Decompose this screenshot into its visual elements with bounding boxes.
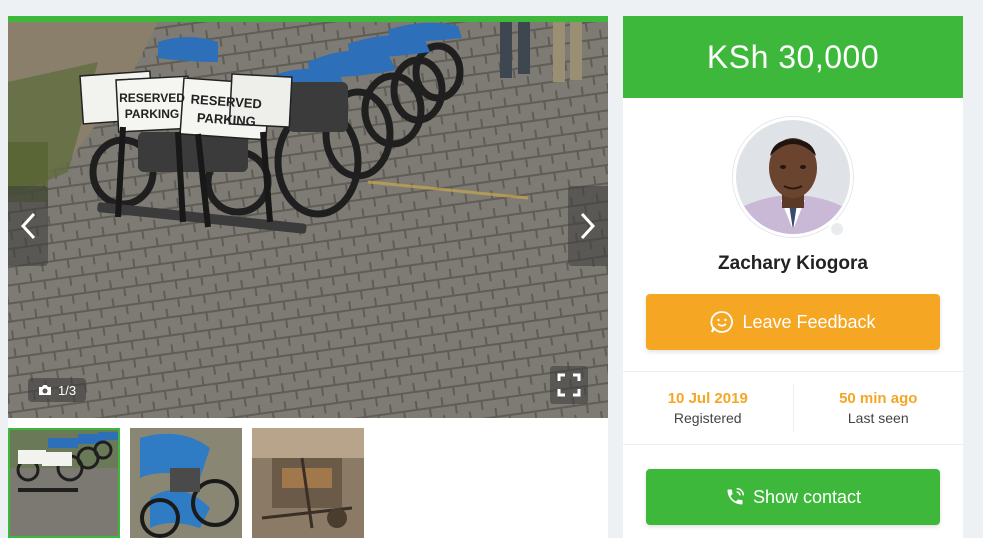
smiley-chat-icon [710, 311, 734, 333]
seller-card: KSh 30,000 Zachary Kiogora Leave Feedbac… [623, 16, 963, 538]
photo-sign-line1: RESERVED [119, 91, 185, 105]
photo-counter-text: 1/3 [58, 382, 77, 398]
photo-sign-line2: PARKING [125, 107, 179, 121]
photo-counter: 1/3 [28, 378, 87, 402]
leave-feedback-button[interactable]: Leave Feedback [646, 294, 940, 350]
seller-stats: 10 Jul 2019 Registered 50 min ago Last s… [623, 371, 963, 445]
seller-avatar-wrapper [733, 117, 853, 238]
phone-icon [727, 487, 745, 505]
last-seen-label: Last seen [847, 410, 909, 426]
fullscreen-button[interactable] [550, 366, 588, 404]
last-seen-stat: 50 min ago Last seen [792, 384, 964, 432]
thumbnail-strip [8, 428, 364, 538]
leave-feedback-label: Leave Feedback [742, 311, 876, 332]
avatar[interactable] [733, 117, 853, 237]
show-contact-label: Show contact [752, 486, 862, 507]
fullscreen-icon [557, 373, 581, 397]
prev-photo-button[interactable] [8, 186, 48, 266]
thumbnail-2[interactable] [130, 428, 242, 538]
online-status-dot [828, 220, 846, 238]
show-contact-button[interactable]: Show contact [646, 469, 940, 525]
price-bar: KSh 30,000 [623, 16, 963, 98]
registered-value: 10 Jul 2019 [667, 390, 748, 407]
last-seen-value: 50 min ago [839, 390, 918, 407]
camera-icon [39, 385, 51, 395]
thumbnail-3[interactable] [252, 428, 364, 538]
main-photo[interactable]: RESERVED PARKING RESERVED PARKING 1/3 [8, 22, 608, 418]
registered-label: Registered [673, 410, 742, 426]
chevron-left-icon [20, 212, 36, 240]
chevron-right-icon [580, 212, 596, 240]
photo-gallery: RESERVED PARKING RESERVED PARKING 1/3 [8, 16, 608, 538]
price: KSh 30,000 [706, 38, 880, 75]
registered-stat: 10 Jul 2019 Registered [623, 372, 793, 444]
seller-name: Zachary Kiogora [718, 253, 868, 274]
next-photo-button[interactable] [568, 186, 608, 266]
thumbnail-1[interactable] [8, 428, 120, 538]
